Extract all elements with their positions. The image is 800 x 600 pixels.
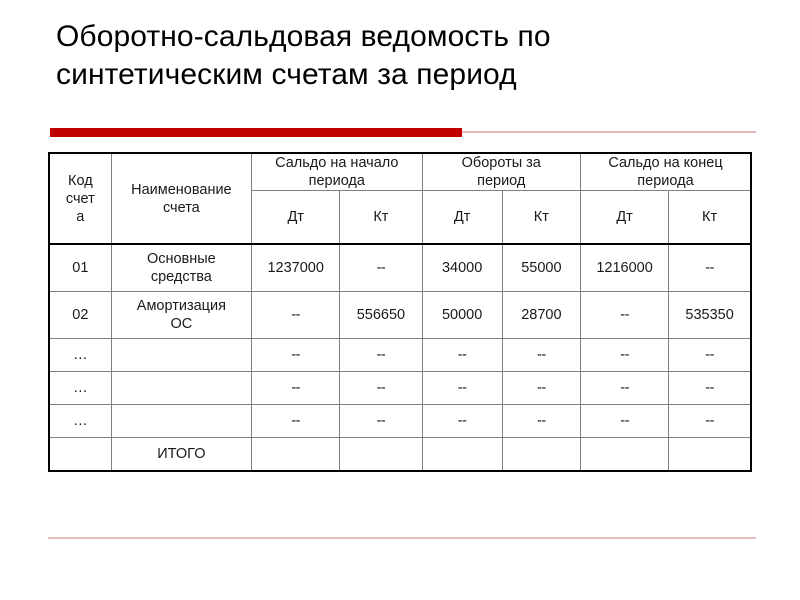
table-row: … -- -- -- -- -- -- bbox=[49, 338, 751, 372]
column-header-closing-credit: Кт bbox=[668, 190, 751, 245]
column-header-opening-credit: Кт bbox=[339, 190, 423, 245]
column-header-account-code-line-2: счет bbox=[65, 190, 95, 207]
table-row: 01 Основные средства 1237000 -- 34000 55… bbox=[49, 243, 751, 292]
cell-total-opening-credit bbox=[339, 437, 423, 472]
column-group-closing-balance-line-1: Сальдо на конец bbox=[608, 155, 723, 171]
cell-total-turnover-credit bbox=[501, 437, 581, 472]
table-header: Код счет а Наименование счета Сальдо на … bbox=[49, 153, 751, 245]
cell-opening-credit: -- bbox=[339, 243, 423, 292]
title-divider-accent-bar bbox=[50, 128, 462, 137]
footer-divider-rule bbox=[48, 537, 756, 539]
cell-opening-debit: -- bbox=[251, 291, 341, 339]
cell-turnover-debit: 34000 bbox=[421, 243, 503, 292]
cell-closing-credit: -- bbox=[668, 404, 751, 438]
cell-opening-credit: -- bbox=[339, 404, 423, 438]
cell-account-code: 01 bbox=[49, 243, 112, 292]
column-header-account-code-line-3: а bbox=[76, 208, 85, 225]
cell-account-name: Амортизация ОС bbox=[110, 291, 253, 339]
slide-canvas: Оборотно-сальдовая ведомость по синтетич… bbox=[0, 0, 800, 600]
column-group-opening-balance-line-1: Сальдо на начало bbox=[275, 155, 399, 171]
cell-account-code: … bbox=[49, 404, 112, 438]
cell-turnover-credit: -- bbox=[501, 404, 581, 438]
cell-turnover-credit: -- bbox=[501, 371, 581, 405]
cell-closing-credit: -- bbox=[668, 243, 751, 292]
cell-turnover-credit: -- bbox=[501, 338, 581, 372]
page-title-line-2: синтетическим счетам за период bbox=[56, 58, 517, 91]
column-header-opening-debit: Дт bbox=[251, 190, 341, 245]
column-header-account-name: Наименование счета bbox=[110, 153, 253, 245]
page-title: Оборотно-сальдовая ведомость по синтетич… bbox=[56, 18, 756, 94]
cell-account-name bbox=[110, 371, 253, 405]
cell-closing-debit: -- bbox=[579, 371, 670, 405]
turnover-balance-sheet-table-container: Код счет а Наименование счета Сальдо на … bbox=[48, 152, 752, 472]
column-group-closing-balance: Сальдо на конец периода bbox=[579, 153, 751, 191]
column-header-closing-debit: Дт bbox=[579, 190, 670, 245]
cell-opening-debit: -- bbox=[251, 404, 341, 438]
cell-closing-debit: -- bbox=[579, 338, 670, 372]
cell-total-opening-debit bbox=[251, 437, 341, 472]
cell-account-name-line-1: Основные bbox=[146, 251, 216, 267]
cell-account-name bbox=[110, 404, 253, 438]
cell-opening-credit: -- bbox=[339, 371, 423, 405]
page-title-line-1: Оборотно-сальдовая ведомость по bbox=[56, 20, 551, 53]
cell-closing-credit: -- bbox=[668, 338, 751, 372]
cell-account-name: Основные средства bbox=[110, 243, 253, 292]
cell-closing-debit: -- bbox=[579, 291, 670, 339]
cell-turnover-debit: -- bbox=[421, 371, 503, 405]
cell-opening-debit: -- bbox=[251, 338, 341, 372]
cell-account-code: 02 bbox=[49, 291, 112, 339]
cell-account-name-line-1: Амортизация bbox=[136, 298, 226, 314]
column-header-account-name-line-2: счета bbox=[162, 199, 200, 216]
column-group-period-turnover-line-1: Обороты за bbox=[461, 155, 541, 171]
turnover-balance-sheet-table: Код счет а Наименование счета Сальдо на … bbox=[48, 152, 752, 472]
cell-total-label: ИТОГО bbox=[110, 437, 253, 472]
cell-account-name-line-2: средства bbox=[150, 269, 212, 285]
column-header-account-name-line-1: Наименование bbox=[131, 181, 232, 198]
title-divider-rule bbox=[50, 128, 756, 137]
cell-account-name bbox=[110, 338, 253, 372]
cell-turnover-credit: 28700 bbox=[501, 291, 581, 339]
column-header-turnover-debit: Дт bbox=[421, 190, 503, 245]
cell-total-closing-debit bbox=[579, 437, 670, 472]
column-group-period-turnover: Обороты за период bbox=[421, 153, 581, 191]
cell-closing-debit: -- bbox=[579, 404, 670, 438]
table-row: … -- -- -- -- -- -- bbox=[49, 371, 751, 405]
cell-total-closing-credit bbox=[668, 437, 751, 472]
cell-opening-debit: -- bbox=[251, 371, 341, 405]
cell-total-turnover-debit bbox=[421, 437, 503, 472]
cell-total-code bbox=[49, 437, 112, 472]
cell-closing-debit: 1216000 bbox=[579, 243, 670, 292]
column-header-account-code-line-1: Код bbox=[68, 172, 93, 189]
cell-account-name-line-2: ОС bbox=[170, 316, 193, 332]
cell-closing-credit: 535350 bbox=[668, 291, 751, 339]
column-group-opening-balance-line-2: периода bbox=[308, 173, 365, 189]
cell-turnover-debit: 50000 bbox=[421, 291, 503, 339]
cell-account-code: … bbox=[49, 338, 112, 372]
cell-turnover-credit: 55000 bbox=[501, 243, 581, 292]
column-group-period-turnover-line-2: период bbox=[477, 173, 526, 189]
column-header-turnover-credit: Кт bbox=[501, 190, 581, 245]
cell-turnover-debit: -- bbox=[421, 404, 503, 438]
column-header-account-code: Код счет а bbox=[49, 153, 112, 245]
table-row: … -- -- -- -- -- -- bbox=[49, 404, 751, 438]
column-group-opening-balance: Сальдо на начало периода bbox=[251, 153, 423, 191]
cell-opening-debit: 1237000 bbox=[251, 243, 341, 292]
column-group-closing-balance-line-2: периода bbox=[637, 173, 694, 189]
cell-opening-credit: -- bbox=[339, 338, 423, 372]
table-body: 01 Основные средства 1237000 -- 34000 55… bbox=[49, 243, 751, 472]
cell-account-code: … bbox=[49, 371, 112, 405]
cell-opening-credit: 556650 bbox=[339, 291, 423, 339]
table-header-row-groups: Код счет а Наименование счета Сальдо на … bbox=[49, 153, 751, 245]
table-row: 02 Амортизация ОС -- 556650 50000 28700 … bbox=[49, 291, 751, 339]
cell-closing-credit: -- bbox=[668, 371, 751, 405]
cell-turnover-debit: -- bbox=[421, 338, 503, 372]
table-total-row: ИТОГО bbox=[49, 437, 751, 472]
